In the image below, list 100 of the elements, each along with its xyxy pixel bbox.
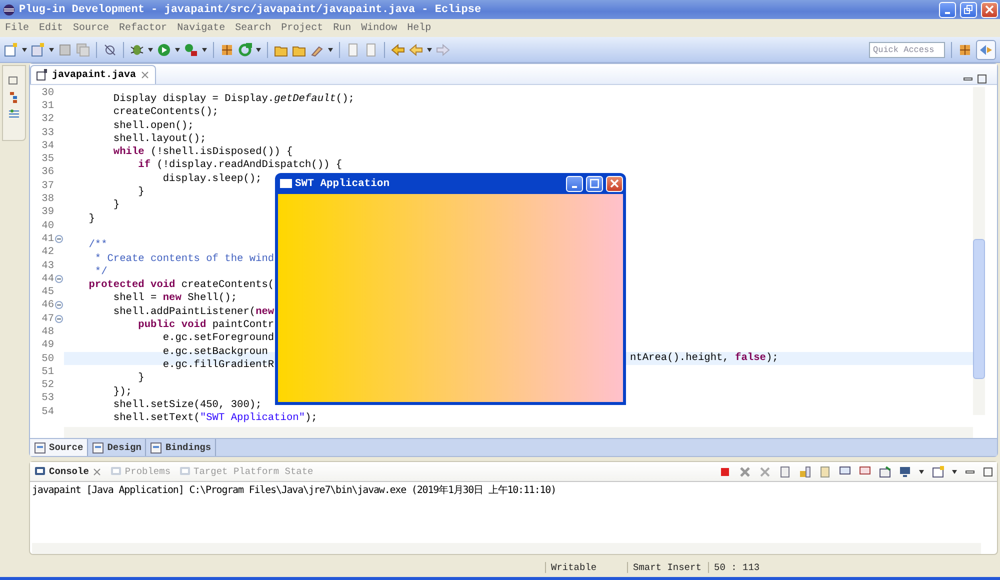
view-tab[interactable]: Target Platform State [178, 466, 314, 478]
pin-console-icon[interactable] [879, 466, 891, 478]
caret-icon[interactable] [427, 48, 432, 52]
external-tools-icon[interactable] [184, 42, 198, 56]
menu-item[interactable]: Source [73, 22, 110, 34]
menu-item[interactable]: Run [333, 22, 352, 34]
restore-button[interactable] [960, 2, 977, 18]
package-icon[interactable] [958, 42, 972, 56]
restore-icon [964, 5, 973, 14]
line-number: 37 [40, 180, 54, 192]
code-line: } [137, 372, 144, 384]
line-number: 51 [40, 366, 54, 378]
view-tab[interactable]: Problems [110, 466, 171, 478]
caret-icon[interactable] [175, 48, 180, 52]
maximize-button[interactable] [586, 176, 603, 192]
open-console-icon[interactable] [932, 466, 944, 478]
horizontal-scrollbar[interactable] [32, 543, 981, 554]
caret-icon[interactable] [202, 48, 207, 52]
fold-icon[interactable] [55, 314, 63, 323]
horizontal-scrollbar[interactable] [64, 427, 973, 438]
code-line: protected void createContents( [88, 279, 274, 292]
clear-console-icon[interactable] [779, 466, 791, 478]
skip-breakpoints-icon[interactable] [103, 42, 117, 56]
line-number: 53 [40, 392, 54, 404]
maximize-icon[interactable] [977, 74, 987, 84]
close-icon[interactable] [140, 70, 150, 80]
remove-icon[interactable] [739, 466, 751, 478]
fold-icon[interactable] [55, 234, 63, 243]
quick-access-field[interactable]: Quick Access [869, 42, 945, 58]
line-number: 44 [40, 272, 54, 285]
scroll-lock-icon[interactable] [799, 466, 811, 478]
caret-icon[interactable] [148, 48, 153, 52]
caret-icon[interactable] [919, 470, 924, 474]
run-icon[interactable] [157, 42, 171, 56]
show-output-icon[interactable] [839, 466, 851, 478]
fold-icon[interactable] [55, 274, 63, 283]
line-number: 52 [40, 379, 54, 392]
code-line: } [137, 186, 144, 198]
window-title: SWT Application [295, 178, 391, 190]
maximize-icon[interactable] [983, 466, 993, 476]
close-button[interactable] [606, 176, 623, 192]
line-number: 32 [40, 113, 54, 126]
view-tab[interactable]: Console [34, 466, 102, 478]
new-file-icon[interactable] [4, 42, 18, 56]
editor-page-tab[interactable]: Source [30, 439, 88, 456]
code-line: public void paintContr [137, 319, 274, 332]
stop-icon[interactable] [719, 466, 731, 478]
close-icon[interactable] [92, 466, 102, 476]
new-class-icon[interactable] [31, 42, 45, 56]
code-line: * Create contents of the wind [94, 252, 274, 265]
show-error-icon[interactable] [859, 466, 871, 478]
caret-icon[interactable] [328, 48, 333, 52]
status-field: Smart Insert [627, 562, 708, 572]
caret-icon[interactable] [952, 470, 957, 474]
package-icon[interactable] [220, 42, 234, 56]
page-icon [150, 442, 162, 454]
code-line: Display display = Display.getDefault(); [112, 93, 354, 105]
editor-tab[interactable]: javapaint.java [30, 65, 156, 84]
line-number: 36 [40, 166, 54, 178]
outline-icon[interactable] [8, 108, 20, 120]
caret-icon[interactable] [256, 48, 261, 52]
minimize-button[interactable] [566, 176, 583, 192]
minimize-icon [572, 186, 577, 188]
hierarchy-icon[interactable] [8, 91, 20, 103]
menu-item[interactable]: Refactor [119, 22, 168, 34]
code-line: e.gc.fillGradientR [162, 358, 274, 371]
page-icon [92, 442, 104, 454]
menu-item[interactable]: File [5, 22, 30, 34]
display-console-icon[interactable] [899, 466, 911, 478]
line-number: 46 [40, 299, 54, 312]
close-button[interactable] [981, 2, 998, 18]
line-number: 31 [40, 100, 54, 112]
menu-item[interactable]: Help [407, 22, 432, 34]
minimize-button[interactable] [939, 2, 956, 18]
caret-icon[interactable] [49, 48, 54, 52]
vertical-scrollbar[interactable] [973, 87, 985, 415]
menu-item[interactable]: Edit [39, 22, 64, 34]
page-icon [34, 442, 46, 454]
fold-icon[interactable] [55, 301, 63, 310]
word-wrap-icon[interactable] [819, 466, 831, 478]
menu-item[interactable]: Navigate [177, 22, 226, 34]
back-arrow-icon[interactable] [391, 42, 405, 56]
code-line: } [88, 212, 95, 225]
view-icon [34, 466, 46, 478]
close-icon [985, 5, 994, 14]
eclipse-icon [3, 4, 15, 16]
caret-icon[interactable] [22, 48, 27, 52]
line-number: 42 [40, 246, 54, 258]
debug-icon[interactable] [130, 42, 144, 56]
code-line: shell.layout(); [112, 132, 206, 145]
menu-item[interactable]: Search [235, 22, 272, 34]
menu-item[interactable]: Project [281, 22, 324, 34]
menu-item[interactable]: Window [361, 22, 398, 34]
restore-view-icon[interactable] [8, 74, 20, 86]
code-line: shell.addPaintListener(new [112, 306, 274, 318]
line-number: 47 [40, 312, 54, 325]
code-line: shell = new Shell(); [112, 292, 238, 304]
perspective-button[interactable] [976, 40, 996, 60]
code-line: /** [88, 239, 108, 252]
code-line: }); [112, 386, 132, 398]
